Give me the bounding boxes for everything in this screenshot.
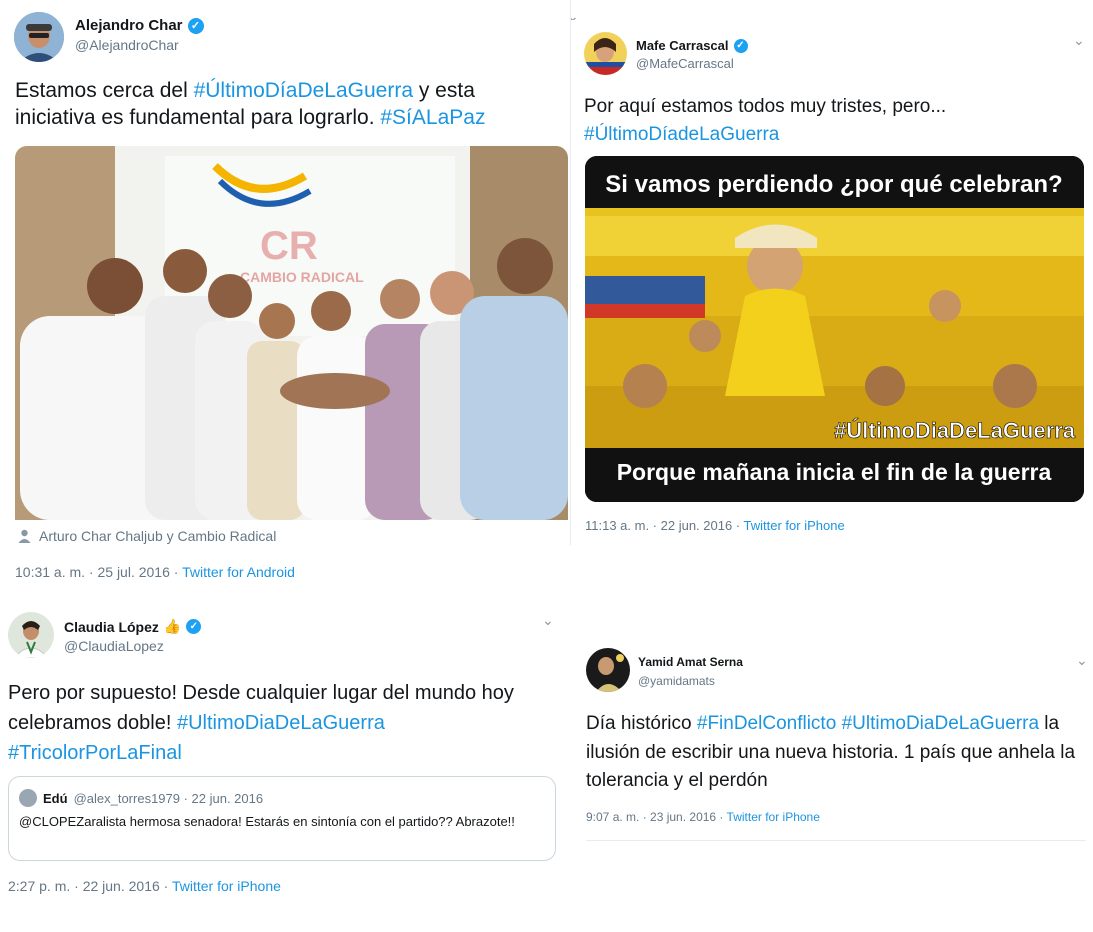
thumbs-up-emoji: 👍 [163,618,182,634]
hashtag-link[interactable]: #FinDelConflicto [697,713,836,734]
avatar[interactable] [586,648,630,692]
quoted-text: @CLOPEZaralista hermosa senadora! Estará… [19,814,515,829]
tweet-timestamp: 2:27 p. m. · 22 jun. 2016 · Twitter for … [8,878,281,894]
hashtag-link[interactable]: #ÚltimoDíaDeLaGuerra [194,79,413,102]
tweet-timestamp: 10:31 a. m. · 25 jul. 2016 · Twitter for… [15,564,295,580]
tweet-text: Por aquí estamos todos muy tristes, pero… [584,93,1084,148]
tweet-text: Estamos cerca del #ÚltimoDíaDeLaGuerra y… [15,78,560,132]
display-name[interactable]: Claudia López 👍 ✓ [64,618,202,635]
meme-bottom-text: Porque mañana inicia el fin de la guerra [617,459,1052,485]
tweet-source-link[interactable]: Twitter for iPhone [727,810,820,824]
divider [586,840,1086,841]
quoted-meta[interactable]: @alex_torres1979 · 22 jun. 2016 [74,791,264,806]
tweet-source-link[interactable]: Twitter for iPhone [744,518,845,533]
tweet-claudia-lopez: Claudia López 👍 ✓ @ClaudiaLopez ⌄ Pero p… [0,600,570,910]
meme-top-text: Si vamos perdiendo ¿por qué celebran? [605,171,1062,198]
meme-hashtag-text: #ÚltimoDiaDeLaGuerra [834,418,1076,443]
tagged-people-text[interactable]: Arturo Char Chaljub y Cambio Radical [39,528,276,544]
verified-icon: ✓ [187,17,204,34]
avatar-photo [584,32,627,75]
hashtag-link[interactable]: #TricolorPorLaFinal [8,742,182,764]
user-handle[interactable]: @MafeCarrascal [636,56,734,71]
timestamp-text[interactable]: 2:27 p. m. · 22 jun. 2016 · [8,878,172,894]
quoted-tweet-header: Edú @alex_torres1979 · 22 jun. 2016 [19,789,263,807]
avatar-photo [586,648,630,692]
chevron-down-icon[interactable]: ⌄ [1073,32,1085,49]
avatar[interactable] [14,12,64,62]
tweet-source-link[interactable]: Twitter for iPhone [172,878,281,894]
tweet-text-part: Por aquí estamos todos muy tristes, pero… [584,96,947,117]
user-handle[interactable]: @AlejandroChar [75,37,179,53]
hashtag-link[interactable]: #SíALaPaz [380,106,485,129]
timestamp-text[interactable]: 9:07 a. m. · 23 jun. 2016 · [586,810,727,824]
tweet-source-link[interactable]: Twitter for Android [182,564,295,580]
tweet-text: Pero por supuesto! Desde cualquier lugar… [8,678,548,768]
tweet-timestamp: 9:07 a. m. · 23 jun. 2016 · Twitter for … [586,810,820,824]
user-handle[interactable]: @yamidamats [638,674,715,688]
group-photo: CR CAMBIO RADICAL [15,146,568,520]
display-name-text[interactable]: Alejandro Char [75,17,183,34]
verified-icon: ✓ [186,619,202,634]
tweet-text: Día histórico #FinDelConflicto #UltimoDi… [586,710,1081,796]
avatar-photo [14,12,64,62]
tweet-yamid-amat-serna: Yamid Amat Serna @yamidamats ⌄ Día histó… [576,640,1093,850]
meme-image[interactable]: Si vamos perdiendo ¿por qué celebran? #Ú… [585,156,1084,502]
tagged-people[interactable]: Arturo Char Chaljub y Cambio Radical [18,528,276,544]
photo-sign-text: CAMBIO RADICAL [240,269,364,285]
display-name-text[interactable]: Claudia López [64,619,159,635]
tweet-photo[interactable]: CR CAMBIO RADICAL [15,146,568,520]
avatar[interactable] [8,612,54,658]
hashtag-link[interactable]: #UltimoDiaDeLaGuerra [842,713,1039,734]
avatar[interactable] [584,32,627,75]
display-name[interactable]: Mafe Carrascal ✓ [636,38,748,53]
quoted-display-name[interactable]: Edú [43,791,68,806]
hashtag-link[interactable]: #ÚltimoDíadeLaGuerra [584,121,1084,149]
tweet-text-part: Estamos cerca del [15,79,194,102]
display-name-text[interactable]: Yamid Amat Serna [638,655,743,669]
tweet-mafe-carrascal: Mafe Carrascal ✓ @MafeCarrascal ⌄ Por aq… [571,20,1093,545]
timestamp-text[interactable]: 11:13 a. m. · 22 jun. 2016 · [585,518,744,533]
meme-photo: Si vamos perdiendo ¿por qué celebran? #Ú… [585,156,1084,502]
verified-icon: ✓ [733,38,748,53]
tweet-alejandro-char: Alejandro Char ✓ @AlejandroChar ⌄ Estamo… [0,0,580,600]
tweet-text-part: Día histórico [586,713,697,734]
display-name-text[interactable]: Mafe Carrascal [636,38,729,53]
timestamp-text[interactable]: 10:31 a. m. · 25 jul. 2016 · [15,564,182,580]
quoted-avatar[interactable] [19,789,37,807]
user-handle[interactable]: @ClaudiaLopez [64,638,164,654]
tweet-timestamp: 11:13 a. m. · 22 jun. 2016 · Twitter for… [585,518,845,533]
avatar-photo [8,612,54,658]
display-name[interactable]: Alejandro Char ✓ [75,17,204,34]
chevron-down-icon[interactable]: ⌄ [1076,652,1088,669]
display-name[interactable]: Yamid Amat Serna [638,655,743,669]
chevron-down-icon[interactable]: ⌄ [542,612,554,629]
person-icon [18,529,31,543]
hashtag-link[interactable]: #UltimoDiaDeLaGuerra [177,712,385,734]
photo-sign-letters: CR [260,224,318,268]
quoted-tweet[interactable]: Edú @alex_torres1979 · 22 jun. 2016 @CLO… [8,776,556,861]
